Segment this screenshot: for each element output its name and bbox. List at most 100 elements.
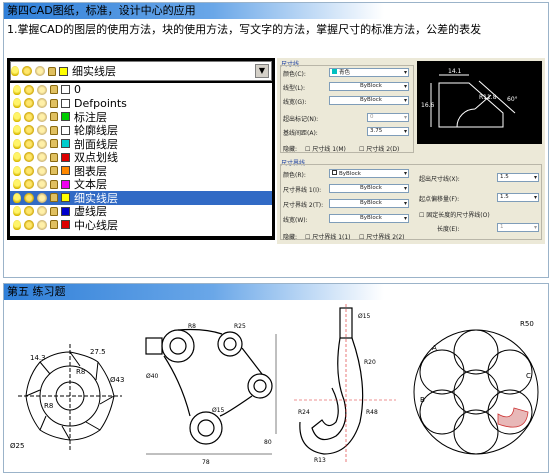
color-swatch	[61, 193, 70, 203]
ex1-dim-1: Ø25	[10, 442, 24, 450]
color-swatch	[61, 152, 70, 162]
preview-dim-3: R11.8	[479, 94, 497, 101]
lineweight-select[interactable]: ByBlock	[329, 96, 409, 105]
freeze-icon	[37, 219, 47, 230]
sun-icon	[24, 165, 34, 176]
label-ext-color: 颜色(R):	[283, 172, 306, 179]
ext-lw-select[interactable]: ByBlock	[329, 214, 409, 223]
layer-name: 0	[74, 83, 81, 97]
label-offset: 起点偏移量(F):	[419, 196, 460, 203]
freeze-icon	[37, 111, 47, 122]
preview-dim-1: 14.1	[448, 68, 462, 75]
sun-icon	[22, 66, 32, 76]
bulb-icon	[13, 138, 21, 149]
bulb-icon	[13, 152, 21, 163]
color-swatch	[61, 125, 70, 135]
ext-color-select[interactable]: ByBlock	[329, 169, 409, 178]
freeze-icon	[37, 84, 47, 95]
dim-style-dialog: 尺寸线 颜色(C): 青色 线型(L): ByBlock 线宽(G): ByBl…	[277, 58, 545, 244]
label-length: 长度(E):	[437, 226, 460, 233]
bulb-icon	[13, 192, 21, 203]
layer-row[interactable]: 双点划线	[10, 151, 272, 164]
layer-row[interactable]: 轮廓线层	[10, 124, 272, 137]
sun-icon	[24, 98, 34, 109]
ext-lt2-select[interactable]: ByBlock	[329, 199, 409, 208]
layer-row[interactable]: 细实线层	[10, 191, 272, 205]
ext-lt1-select[interactable]: ByBlock	[329, 184, 409, 193]
current-layer-name: 细实线层	[72, 65, 116, 78]
ex2-dim-3: Ø15	[212, 407, 225, 414]
ex4-dim-0: R50	[520, 320, 534, 328]
label-hide: 隐藏:	[283, 146, 298, 153]
layer-row[interactable]: 中心线层	[10, 218, 272, 232]
section-exercises: 第五 练习题 Ø43 Ø25 R8 R8 14.3 27.5 R8 R25 Ø4…	[3, 283, 549, 473]
exercise-drawing-4: R50 A B C	[413, 320, 539, 455]
bulb-icon	[13, 84, 21, 95]
fixed-length-checkbox[interactable]: ☐ 固定长度的尺寸界线(O)	[419, 210, 490, 219]
linetype-select[interactable]: ByBlock	[329, 82, 409, 91]
extend-input[interactable]: 0	[367, 113, 409, 122]
offset-input[interactable]: 1.5	[497, 193, 539, 202]
sun-icon	[24, 138, 34, 149]
label-ext-lt1: 尺寸界线 1(I):	[283, 187, 322, 194]
color-swatch	[61, 139, 70, 149]
freeze-icon	[37, 206, 47, 217]
lock-icon	[50, 193, 58, 203]
lock-icon	[50, 139, 58, 149]
label-ext-hide: 隐藏:	[283, 234, 298, 241]
color-select[interactable]: 青色	[329, 68, 409, 77]
label-extend: 超出标记(N):	[283, 116, 319, 123]
ex3-dim-2: R48	[366, 409, 378, 416]
section-heading-2: 第五 练习题	[4, 284, 384, 300]
hide-ext2-checkbox[interactable]: ☐ 尺寸界线 2(2)	[359, 232, 405, 241]
preview-dim-2: 16.6	[421, 102, 435, 109]
freeze-icon	[37, 138, 47, 149]
freeze-icon	[35, 66, 45, 76]
lock-icon	[50, 112, 58, 122]
sun-icon	[24, 219, 34, 230]
hide-ext1-checkbox[interactable]: ☐ 尺寸界线 1(1)	[305, 232, 351, 241]
label-linetype: 线型(L):	[283, 85, 306, 92]
chevron-down-icon[interactable]: ▼	[255, 64, 269, 78]
ex2-dim-2: Ø40	[146, 373, 159, 380]
exercise-drawing-2: R8 R25 Ø40 Ø15 78 80	[145, 323, 277, 466]
ex2-dim-5: 80	[264, 439, 272, 446]
label-ext-lw: 线宽(W):	[283, 217, 308, 224]
lock-icon	[50, 125, 58, 135]
hide-dimline2-checkbox[interactable]: ☐ 尺寸线 2(D)	[359, 144, 399, 153]
lock-icon	[50, 220, 58, 230]
section-heading: 第四CAD图纸，标准，设计中心的应用	[4, 3, 384, 19]
layer-row[interactable]: 图表层	[10, 164, 272, 178]
bulb-icon	[13, 179, 21, 190]
ex3-dim-4: R13	[314, 457, 326, 464]
beyond-input[interactable]: 1.5	[497, 173, 539, 182]
freeze-icon	[37, 192, 47, 203]
section-subtitle: 1.掌握CAD的图层的使用方法，块的使用方法，写文字的方法，掌握尺寸的标准方法，…	[7, 23, 482, 36]
hide-dimline1-checkbox[interactable]: ☐ 尺寸线 1(M)	[305, 144, 346, 153]
label-ext-lt2: 尺寸界线 2(T):	[283, 202, 324, 209]
layer-row[interactable]: 标注层	[10, 110, 272, 124]
layer-row[interactable]: 剖面线层	[10, 137, 272, 151]
ex1-dim-5: 27.5	[90, 348, 106, 356]
sun-icon	[24, 125, 34, 136]
freeze-icon	[37, 152, 47, 163]
ex1-dim-3: R8	[76, 368, 85, 376]
layer-row[interactable]: Defpoints	[10, 97, 272, 111]
layer-row[interactable]: 虚线层	[10, 205, 272, 218]
freeze-icon	[37, 98, 47, 109]
bulb-icon	[13, 219, 21, 230]
group-dimline	[280, 65, 414, 153]
sun-icon	[24, 192, 34, 203]
baseline-input[interactable]: 3.75	[367, 127, 409, 136]
layer-dropdown[interactable]: 细实线层 ▼	[10, 61, 272, 81]
layer-row[interactable]: 0	[10, 83, 272, 97]
length-input[interactable]: 1	[497, 223, 539, 232]
layer-row[interactable]: 文本层	[10, 178, 272, 191]
sun-icon	[24, 84, 34, 95]
ex1-dim-0: Ø43	[110, 376, 124, 384]
ex2-dim-1: R25	[234, 323, 246, 330]
bulb-icon	[13, 165, 21, 176]
ex1-dim-4: 14.3	[30, 354, 46, 362]
lock-icon	[50, 98, 58, 108]
lock-icon	[50, 152, 58, 162]
